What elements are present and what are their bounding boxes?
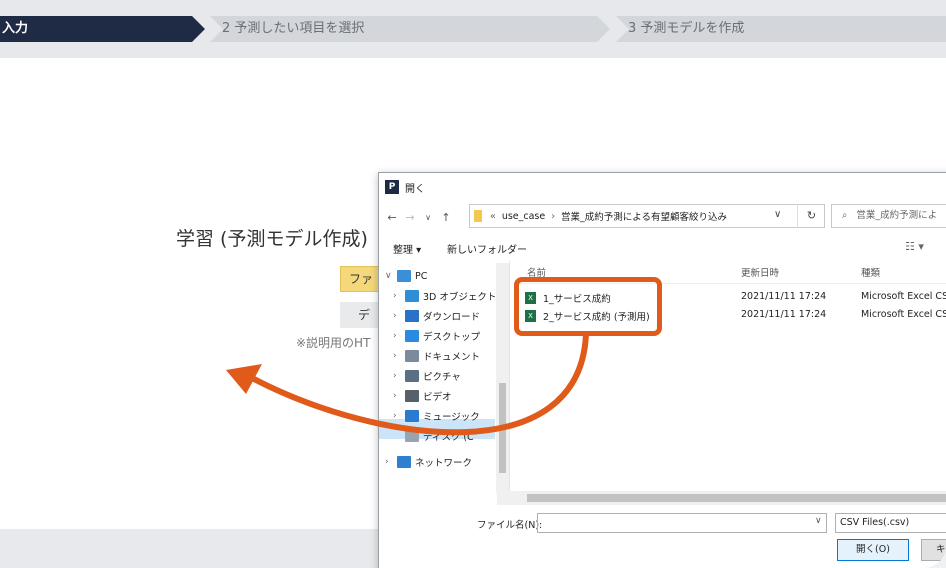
annotation-arrow (226, 331, 589, 436)
annotation-arrow-curve (249, 331, 589, 436)
app-window: 入力 2 予測したい項目を選択 3 予測モデルを作成 学習 (予測モデル作成) … (0, 0, 946, 568)
